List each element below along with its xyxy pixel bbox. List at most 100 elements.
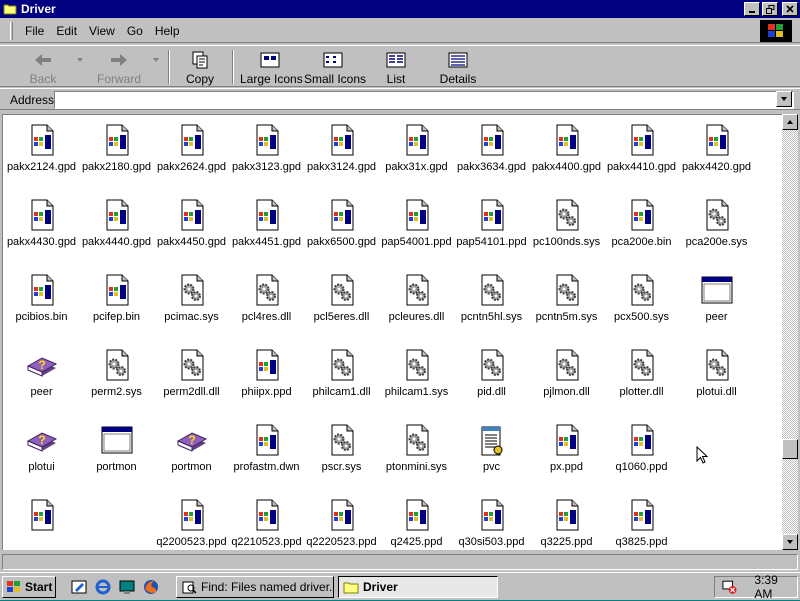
file-item[interactable]: ? peer	[4, 348, 79, 399]
file-item[interactable]: ? portmon	[154, 423, 229, 474]
vertical-scrollbar[interactable]	[782, 114, 798, 550]
back-button[interactable]: Back	[18, 50, 68, 86]
file-item[interactable]: pcntn5hl.sys	[454, 273, 529, 324]
task-button-driver[interactable]: Driver	[338, 576, 498, 598]
file-item[interactable]: philcam1.sys	[379, 348, 454, 399]
file-item[interactable]: pakx2624.gpd	[154, 123, 229, 174]
system-file-icon	[550, 348, 584, 382]
file-item[interactable]: q2200523.ppd	[154, 498, 229, 549]
copy-button[interactable]: Copy	[180, 50, 220, 86]
menu-go[interactable]: Go	[121, 24, 149, 38]
file-item[interactable]: plotter.dll	[604, 348, 679, 399]
chevron-down-icon	[781, 97, 787, 101]
file-item[interactable]: q2425.ppd	[379, 498, 454, 549]
file-item[interactable]: pakx4410.gpd	[604, 123, 679, 174]
file-item[interactable]: peer	[679, 273, 754, 324]
file-item[interactable]: pakx2180.gpd	[79, 123, 154, 174]
scroll-down-button[interactable]	[782, 534, 798, 550]
file-item[interactable]: pca200e.bin	[604, 198, 679, 249]
menu-help[interactable]: Help	[149, 24, 186, 38]
minimize-button[interactable]	[744, 2, 760, 16]
file-item[interactable]: pcibios.bin	[4, 273, 79, 324]
file-item[interactable]: pakx3124.gpd	[304, 123, 379, 174]
file-item[interactable]: pcntn5m.sys	[529, 273, 604, 324]
menu-edit[interactable]: Edit	[50, 24, 83, 38]
small-icons-button[interactable]: Small Icons	[304, 50, 366, 86]
file-item[interactable]: q2210523.ppd	[229, 498, 304, 549]
back-dropdown[interactable]	[74, 50, 86, 70]
file-item[interactable]	[679, 423, 754, 461]
file-item[interactable]: q3825.ppd	[604, 498, 679, 549]
menu-view[interactable]: View	[83, 24, 121, 38]
file-item[interactable]: portmon	[79, 423, 154, 474]
file-item[interactable]: pjlmon.dll	[529, 348, 604, 399]
scroll-thumb[interactable]	[782, 439, 798, 459]
quick-launch-edit-icon[interactable]	[70, 578, 88, 596]
task-button-find[interactable]: Find: Files named driver.cab	[176, 576, 334, 598]
title-bar[interactable]: Driver	[0, 0, 800, 18]
task-label-driver: Driver	[363, 580, 398, 594]
file-item[interactable]: pakx4440.gpd	[79, 198, 154, 249]
file-item[interactable]: pvc	[454, 423, 529, 474]
file-item[interactable]: pakx4420.gpd	[679, 123, 754, 174]
file-item[interactable]: pakx4430.gpd	[4, 198, 79, 249]
file-item[interactable]: pakx4451.gpd	[229, 198, 304, 249]
file-item[interactable]: ? plotui	[4, 423, 79, 474]
file-item[interactable]: pap54101.ppd	[454, 198, 529, 249]
file-item[interactable]: pcx500.sys	[604, 273, 679, 324]
large-icons-button[interactable]: Large Icons	[240, 50, 303, 86]
address-dropdown-button[interactable]	[776, 91, 792, 107]
file-item[interactable]: pakx4400.gpd	[529, 123, 604, 174]
system-file-icon	[625, 273, 659, 307]
file-item[interactable]: pca200e.sys	[679, 198, 754, 249]
desktop-icon[interactable]	[118, 578, 136, 596]
file-item[interactable]: pakx4450.gpd	[154, 198, 229, 249]
file-item[interactable]: pakx2124.gpd	[4, 123, 79, 174]
file-item[interactable]: pcleures.dll	[379, 273, 454, 324]
close-button[interactable]	[782, 2, 798, 16]
forward-dropdown[interactable]	[150, 50, 162, 70]
internet-explorer-icon[interactable]	[94, 578, 112, 596]
address-input[interactable]	[54, 91, 794, 109]
file-item[interactable]: q3225.ppd	[529, 498, 604, 549]
file-item[interactable]: perm2dll.dll	[154, 348, 229, 399]
file-item[interactable]: ptonmini.sys	[379, 423, 454, 474]
file-item[interactable]: pakx3123.gpd	[229, 123, 304, 174]
scroll-up-button[interactable]	[782, 114, 798, 130]
file-item[interactable]: q30si503.ppd	[454, 498, 529, 549]
restore-button[interactable]	[762, 2, 778, 16]
file-item[interactable]: pap54001.ppd	[379, 198, 454, 249]
file-item[interactable]: pscr.sys	[304, 423, 379, 474]
file-item[interactable]: pakx3634.gpd	[454, 123, 529, 174]
start-button[interactable]: Start	[2, 576, 56, 598]
file-item[interactable]: q2220523.ppd	[304, 498, 379, 549]
clock[interactable]: 3:39 AM	[754, 573, 797, 601]
file-item[interactable]: pcl5eres.dll	[304, 273, 379, 324]
file-item[interactable]: pcl4res.dll	[229, 273, 304, 324]
file-item[interactable]: pcifep.bin	[79, 273, 154, 324]
file-item[interactable]: phiipx.ppd	[229, 348, 304, 399]
file-item[interactable]: pakx6500.gpd	[304, 198, 379, 249]
file-view[interactable]: pakx2124.gpd pakx2180.gpd pakx2624.gpd pakx…	[2, 114, 784, 550]
forward-button[interactable]: Forward	[94, 50, 144, 86]
file-item[interactable]: px.ppd	[529, 423, 604, 474]
details-button[interactable]: Details	[438, 50, 478, 86]
file-item[interactable]: profastm.dwn	[229, 423, 304, 474]
file-item[interactable]: philcam1.dll	[304, 348, 379, 399]
file-name: q3825.ppd	[615, 536, 668, 548]
network-disconnected-icon[interactable]	[721, 579, 738, 595]
file-item[interactable]: plotui.dll	[679, 348, 754, 399]
file-item[interactable]: q1060.ppd	[604, 423, 679, 474]
firefox-icon[interactable]	[142, 578, 160, 596]
file-item[interactable]: pcimac.sys	[154, 273, 229, 324]
menu-file[interactable]: File	[19, 24, 50, 38]
file-name: pakx4440.gpd	[81, 236, 152, 248]
file-item[interactable]: pc100nds.sys	[529, 198, 604, 249]
file-item[interactable]: pid.dll	[454, 348, 529, 399]
file-item[interactable]	[79, 498, 154, 536]
file-item[interactable]: perm2.sys	[79, 348, 154, 399]
file-item[interactable]	[4, 498, 79, 536]
file-item[interactable]: pakx31x.gpd	[379, 123, 454, 174]
help-book-icon: ?	[25, 348, 59, 382]
list-button[interactable]: List	[378, 50, 414, 86]
